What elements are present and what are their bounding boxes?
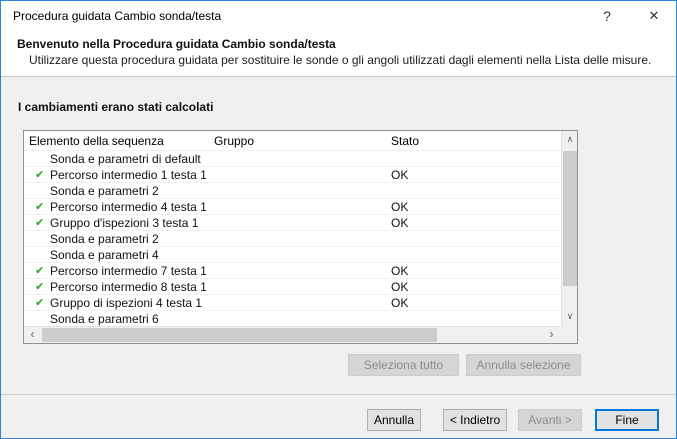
row-name: Percorso intermedio 4 testa 1 [50, 200, 207, 214]
check-icon: ✔ [35, 201, 45, 213]
column-header-elemento: Elemento della sequenza [29, 134, 164, 148]
scroll-left-icon[interactable]: ‹ [24, 327, 41, 344]
check-icon: ✔ [35, 217, 45, 229]
row-status: OK [391, 200, 409, 214]
row-name: Sonda e parametri 4 [50, 248, 159, 262]
check-icon: ✔ [35, 297, 45, 309]
column-header-gruppo: Gruppo [214, 134, 255, 148]
horizontal-scrollbar-thumb[interactable] [42, 328, 437, 342]
banner-subtitle: Utilizzare questa procedura guidata per … [29, 53, 652, 67]
table-row[interactable]: ✔ Gruppo di ispezioni 4 testa 1 OK [24, 295, 561, 311]
wizard-banner: Benvenuto nella Procedura guidata Cambio… [1, 31, 676, 77]
footer-divider [1, 394, 676, 395]
table-row[interactable]: Sonda e parametri 2 [24, 183, 561, 199]
table-row[interactable]: Sonda e parametri 6 [24, 311, 561, 327]
scroll-right-icon[interactable]: › [543, 327, 560, 344]
row-name: Gruppo di ispezioni 4 testa 1 [50, 296, 203, 310]
select-all-button[interactable]: Seleziona tutto [348, 354, 459, 376]
row-status: OK [391, 264, 409, 278]
row-name: Sonda e parametri di default [50, 152, 201, 166]
row-name: Gruppo d'ispezioni 3 testa 1 [50, 216, 199, 230]
back-button[interactable]: < Indietro [443, 409, 507, 431]
row-name: Sonda e parametri 2 [50, 232, 159, 246]
column-header-stato: Stato [391, 134, 420, 148]
table-row[interactable]: ✔ Percorso intermedio 8 testa 1 OK [24, 279, 561, 295]
table-row[interactable]: Sonda e parametri di default [24, 151, 561, 167]
vertical-scrollbar-thumb[interactable] [563, 151, 577, 286]
table-row[interactable]: ✔ Percorso intermedio 1 testa 1 OK [24, 167, 561, 183]
row-status: OK [391, 296, 409, 310]
scrollbar-corner [561, 326, 577, 343]
scroll-down-icon[interactable]: ∨ [562, 308, 578, 325]
check-icon: ✔ [35, 265, 45, 277]
banner-title: Benvenuto nella Procedura guidata Cambio… [17, 37, 336, 51]
row-status: OK [391, 280, 409, 294]
vertical-scrollbar[interactable]: ∧ ∨ [561, 131, 577, 326]
horizontal-scrollbar[interactable]: ‹ › [24, 326, 561, 343]
title-bar: Procedura guidata Cambio sonda/testa ? ✕ [1, 1, 676, 31]
window-title: Procedura guidata Cambio sonda/testa [13, 9, 222, 23]
table-header-row: Elemento della sequenza Gruppo Stato [24, 131, 561, 151]
row-name: Percorso intermedio 7 testa 1 [50, 264, 207, 278]
help-icon[interactable]: ? [592, 1, 622, 31]
table-row[interactable]: ✔ Percorso intermedio 7 testa 1 OK [24, 263, 561, 279]
row-status: OK [391, 216, 409, 230]
clear-selection-button[interactable]: Annulla selezione [466, 354, 581, 376]
finish-button[interactable]: Fine [595, 409, 659, 431]
row-name: Percorso intermedio 1 testa 1 [50, 168, 207, 182]
table-row[interactable]: ✔ Percorso intermedio 4 testa 1 OK [24, 199, 561, 215]
results-table: Elemento della sequenza Gruppo Stato Son… [23, 130, 578, 344]
row-name: Sonda e parametri 2 [50, 184, 159, 198]
check-icon: ✔ [35, 281, 45, 293]
section-label: I cambiamenti erano stati calcolati [18, 100, 214, 114]
wizard-dialog: Procedura guidata Cambio sonda/testa ? ✕… [0, 0, 677, 439]
close-icon[interactable]: ✕ [639, 1, 669, 31]
row-name: Percorso intermedio 8 testa 1 [50, 280, 207, 294]
row-status: OK [391, 168, 409, 182]
scroll-up-icon[interactable]: ∧ [562, 131, 578, 148]
table-row[interactable]: Sonda e parametri 2 [24, 231, 561, 247]
table-row[interactable]: Sonda e parametri 4 [24, 247, 561, 263]
row-name: Sonda e parametri 6 [50, 312, 159, 326]
check-icon: ✔ [35, 169, 45, 181]
table-body: Sonda e parametri di default ✔ Percorso … [24, 151, 561, 327]
next-button[interactable]: Avanti > [518, 409, 582, 431]
cancel-button[interactable]: Annulla [367, 409, 421, 431]
table-row[interactable]: ✔ Gruppo d'ispezioni 3 testa 1 OK [24, 215, 561, 231]
